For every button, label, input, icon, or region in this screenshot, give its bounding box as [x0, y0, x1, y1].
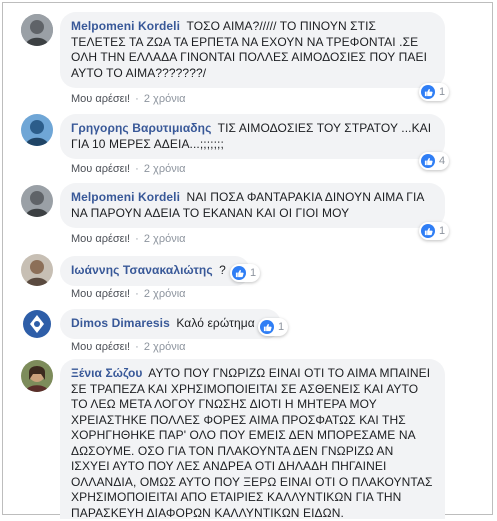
- timestamp[interactable]: 2 χρόνια: [144, 163, 186, 175]
- avatar[interactable]: [21, 254, 53, 286]
- comment-bubble: Melpomeni Kordeli ΝΑΙ ΠΟΣΑ ΦΑΝΤΑΡΑΚΙΑ ΔΙ…: [60, 183, 445, 228]
- separator-dot: ·: [135, 233, 139, 245]
- avatar[interactable]: [21, 185, 53, 217]
- timestamp[interactable]: 2 χρόνια: [144, 288, 186, 300]
- avatar[interactable]: [21, 114, 53, 146]
- timestamp[interactable]: 2 χρόνια: [144, 233, 186, 245]
- reaction-count[interactable]: 1: [258, 318, 289, 336]
- reaction-number: 1: [250, 267, 257, 279]
- separator-dot: ·: [135, 341, 139, 353]
- timestamp[interactable]: 2 χρόνια: [144, 341, 186, 353]
- comment-author[interactable]: Melpomeni Kordeli: [71, 190, 180, 204]
- reaction-number: 1: [439, 86, 446, 98]
- like-link[interactable]: Μου αρέσει!: [71, 288, 130, 300]
- reaction-number: 4: [439, 155, 446, 167]
- reaction-number: 1: [278, 321, 285, 333]
- like-icon: [421, 85, 435, 99]
- reaction-count[interactable]: 4: [419, 152, 450, 170]
- comment-author[interactable]: Melpomeni Kordeli: [71, 19, 180, 33]
- comment-text: ΑΥΤΟ ΠΟΥ ΓΝΩΡΙΖΩ ΕΙΝΑΙ ΟΤΙ ΤΟ ΑΙΜΑ ΜΠΑΙΝ…: [71, 366, 433, 520]
- comment-text: Καλό ερώτημα: [176, 316, 255, 330]
- like-link[interactable]: Μου αρέσει!: [71, 163, 130, 175]
- comment-actions: Μου αρέσει! · 2 χρόνια: [71, 288, 186, 300]
- comment-author[interactable]: Dimos Dimaresis: [71, 316, 170, 330]
- comment-author[interactable]: Ξένια Σώζου: [71, 366, 142, 380]
- timestamp[interactable]: 2 χρόνια: [144, 93, 186, 105]
- comment-actions: Μου αρέσει! · 2 χρόνια: [71, 93, 186, 105]
- separator-dot: ·: [135, 93, 139, 105]
- comment-actions: Μου αρέσει! · 2 χρόνια: [71, 163, 186, 175]
- avatar[interactable]: [21, 308, 53, 340]
- comment-bubble: Ξένια Σώζου ΑΥΤΟ ΠΟΥ ΓΝΩΡΙΖΩ ΕΙΝΑΙ ΟΤΙ Τ…: [60, 359, 445, 520]
- reaction-count[interactable]: 1: [230, 264, 261, 282]
- reaction-count[interactable]: 1: [419, 83, 450, 101]
- like-link[interactable]: Μου αρέσει!: [71, 233, 130, 245]
- like-icon: [421, 154, 435, 168]
- like-icon: [421, 224, 435, 238]
- separator-dot: ·: [135, 163, 139, 175]
- like-icon: [232, 266, 246, 280]
- comment-bubble: Dimos Dimaresis Καλό ερώτημα: [60, 309, 281, 339]
- like-link[interactable]: Μου αρέσει!: [71, 93, 130, 105]
- comment-bubble: Melpomeni Kordeli ΤΟΣΟ ΑΙΜΑ?///// ΤΟ ΠΙΝ…: [60, 12, 445, 88]
- reaction-number: 1: [439, 225, 446, 237]
- separator-dot: ·: [135, 288, 139, 300]
- avatar[interactable]: [21, 360, 53, 392]
- like-link[interactable]: Μου αρέσει!: [71, 341, 130, 353]
- comment-author[interactable]: Γρηγορης Βαρυτιμιαδης: [71, 121, 211, 135]
- like-icon: [260, 320, 274, 334]
- reaction-count[interactable]: 1: [419, 222, 450, 240]
- comment-bubble: Γρηγορης Βαρυτιμιαδης ΤΙΣ ΑΙΜΟΔΟΣΙΕΣ ΤΟΥ…: [60, 114, 445, 159]
- comment-actions: Μου αρέσει! · 2 χρόνια: [71, 341, 186, 353]
- avatar[interactable]: [21, 14, 53, 46]
- comment-bubble: Ιωάννης Τσανακαλιώτης ?: [60, 256, 250, 286]
- comment-text: ?: [219, 263, 226, 277]
- comment-actions: Μου αρέσει! · 2 χρόνια: [71, 233, 186, 245]
- comment-author[interactable]: Ιωάννης Τσανακαλιώτης: [71, 263, 213, 277]
- comment-thread: Melpomeni Kordeli ΤΟΣΟ ΑΙΜΑ?///// ΤΟ ΠΙΝ…: [2, 2, 493, 520]
